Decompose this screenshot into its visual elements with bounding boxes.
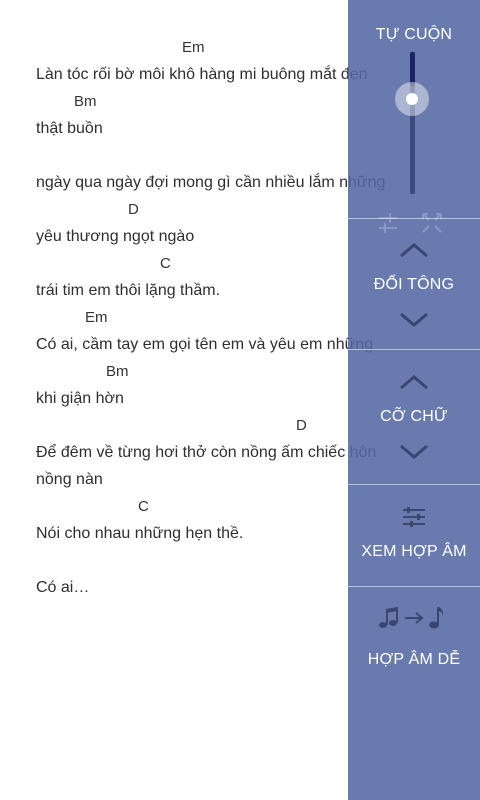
easy-chords-label: HỢP ÂM DỄ <box>367 651 461 668</box>
chord-label: C <box>138 498 149 515</box>
divider <box>348 349 480 350</box>
lyric-line: Có ai, cầm tay em gọi tên em và yêu em n… <box>36 336 374 353</box>
control-panel: TỰ CUỘN ĐỔI TÔNG CỠ CHỮ XEM HỢP ÂM HỢP Â… <box>348 0 480 800</box>
fullscreen-icon <box>422 213 442 233</box>
autoscroll-slider-thumb[interactable] <box>395 82 429 116</box>
lyric-line: ngày qua ngày đợi mong gì cần nhiều lắm … <box>36 174 386 191</box>
chord-label: D <box>128 201 139 218</box>
view-chords-button[interactable]: XEM HỢP ÂM <box>348 485 480 585</box>
autoscroll-label: TỰ CUỘN <box>375 26 453 43</box>
transpose-label: ĐỔI TÔNG <box>373 276 455 293</box>
lyric-line: trái tim em thôi lặng thầm. <box>36 282 221 299</box>
divider <box>348 218 480 219</box>
autoscroll-slider[interactable] <box>410 52 415 194</box>
music-note-icon <box>429 607 443 629</box>
chord-label: Bm <box>106 363 129 380</box>
autoscroll-slider-fill <box>410 52 415 86</box>
sliders-icon <box>403 507 425 527</box>
chord-label: C <box>160 255 171 272</box>
chord-label: D <box>296 417 307 434</box>
easy-chords-button[interactable]: HỢP ÂM DỄ <box>348 587 480 687</box>
lyric-line: khi giận hờn <box>36 390 124 407</box>
lyric-line: thật buồn <box>36 120 103 137</box>
chord-label: Em <box>182 39 205 56</box>
font-size-label: CỠ CHỮ <box>380 408 448 425</box>
chord-label: Bm <box>74 93 97 110</box>
lyric-line: Để đêm về từng hơi thở còn nồng ấm chiếc… <box>36 444 377 461</box>
chevron-up-icon[interactable] <box>398 240 430 260</box>
music-notes-icon <box>379 607 398 628</box>
arrow-right-icon <box>405 612 424 624</box>
lyric-line: Có ai… <box>36 579 90 596</box>
chevron-down-icon[interactable] <box>398 442 430 462</box>
lyric-line: Nói cho nhau những hẹn thề. <box>36 525 244 542</box>
chevron-down-icon[interactable] <box>398 310 430 330</box>
lyric-line: nồng nàn <box>36 471 103 488</box>
tune-icon <box>379 213 397 233</box>
lyric-line: Làn tóc rối bờ môi khô hàng mi buông mắt… <box>36 66 368 83</box>
lyric-line: yêu thương ngọt ngào <box>36 228 195 245</box>
chevron-up-icon[interactable] <box>398 372 430 392</box>
view-chords-label: XEM HỢP ÂM <box>361 543 467 560</box>
chord-label: Em <box>85 309 108 326</box>
